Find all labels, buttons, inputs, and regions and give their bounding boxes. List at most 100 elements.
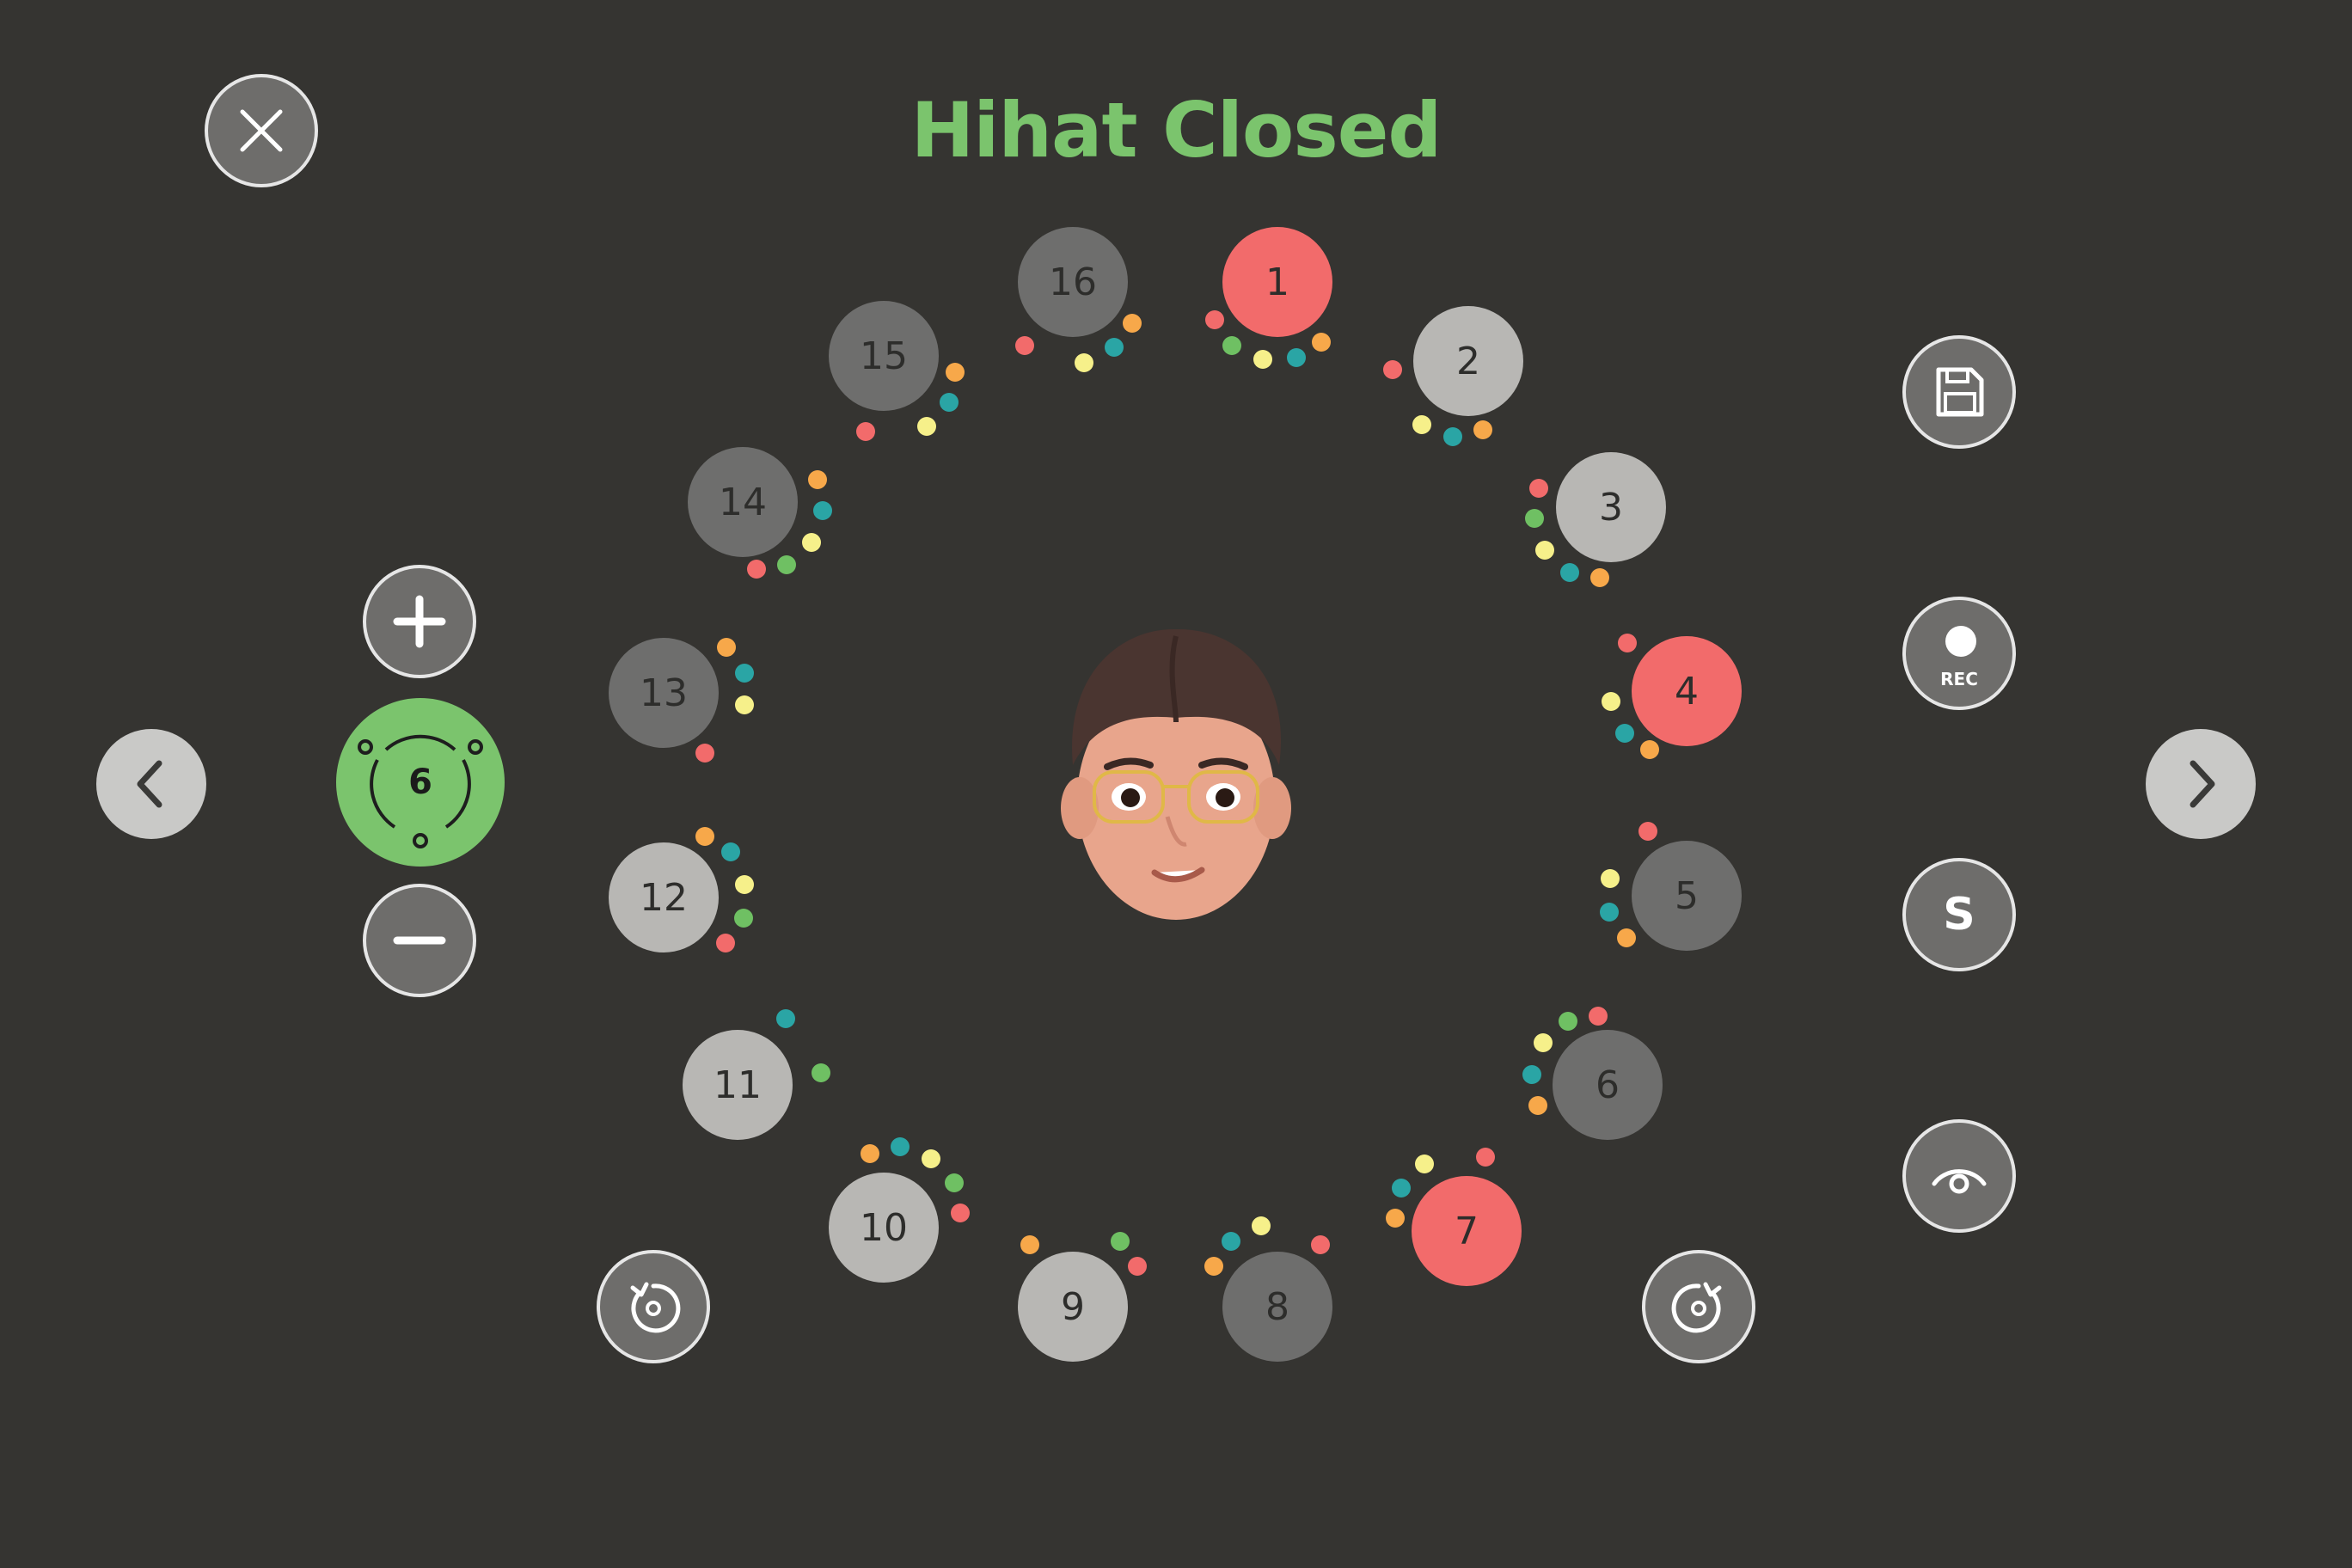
step-5-accent-dot — [1600, 903, 1619, 922]
step-6-button[interactable]: 6 — [1553, 1030, 1663, 1140]
view-button[interactable] — [1902, 1119, 2016, 1233]
step-8-accent-dot — [1252, 1216, 1271, 1235]
knob-value: 6 — [408, 763, 432, 802]
step-12-accent-dot — [721, 842, 740, 861]
record-dot-icon — [1945, 626, 1976, 657]
step-9-accent-dot — [1128, 1257, 1147, 1276]
rotate-left-button[interactable] — [597, 1250, 710, 1363]
step-2-accent-dot — [1473, 420, 1492, 439]
previous-button[interactable] — [96, 729, 206, 839]
step-7-accent-dot — [1476, 1148, 1495, 1167]
step-9-accent-dot — [1020, 1235, 1039, 1254]
step-10-accent-dot — [891, 1137, 910, 1156]
step-8-button[interactable]: 8 — [1222, 1252, 1332, 1362]
step-12-accent-dot — [716, 934, 735, 952]
step-6-accent-dot — [1589, 1007, 1608, 1026]
plus-icon — [393, 595, 446, 648]
step-2-accent-dot — [1412, 415, 1431, 434]
step-1-accent-dot — [1222, 336, 1241, 355]
step-7-accent-dot — [1392, 1179, 1411, 1197]
step-14-accent-dot — [747, 560, 766, 579]
step-14-button[interactable]: 14 — [688, 447, 798, 557]
step-3-accent-dot — [1535, 541, 1554, 560]
chevron-left-icon — [137, 760, 162, 808]
step-11-accent-dot — [812, 1063, 830, 1082]
step-12-accent-dot — [695, 827, 714, 846]
step-5-accent-dot — [1638, 822, 1657, 841]
step-7-button[interactable]: 7 — [1412, 1176, 1522, 1286]
step-5-accent-dot — [1601, 869, 1620, 888]
step-16-accent-dot — [1123, 314, 1142, 333]
decrease-button[interactable] — [363, 884, 476, 997]
instrument-title: Hihat Closed — [910, 86, 1442, 175]
step-15-button[interactable]: 15 — [829, 301, 939, 411]
step-1-button[interactable]: 1 — [1222, 227, 1332, 337]
step-14-accent-dot — [813, 501, 832, 520]
step-4-button[interactable]: 4 — [1632, 636, 1742, 746]
step-3-accent-dot — [1525, 509, 1544, 528]
step-13-button[interactable]: 13 — [609, 638, 719, 748]
step-6-accent-dot — [1559, 1012, 1577, 1031]
step-4-accent-dot — [1640, 740, 1659, 759]
step-16-accent-dot — [1105, 338, 1124, 357]
step-11-accent-dot — [776, 1009, 795, 1028]
step-10-accent-dot — [951, 1204, 970, 1222]
step-16-accent-dot — [1075, 353, 1093, 372]
step-2-accent-dot — [1383, 360, 1402, 379]
step-14-accent-dot — [808, 470, 827, 489]
save-button[interactable] — [1902, 335, 2016, 449]
step-13-accent-dot — [735, 664, 754, 683]
record-button[interactable]: REC — [1902, 597, 2016, 710]
close-button[interactable] — [205, 74, 318, 187]
step-15-accent-dot — [917, 417, 936, 436]
value-knob[interactable]: 6 — [336, 698, 505, 867]
step-15-accent-dot — [856, 422, 875, 441]
step-5-accent-dot — [1617, 928, 1636, 947]
step-16-button[interactable]: 16 — [1018, 227, 1128, 337]
step-13-accent-dot — [695, 744, 714, 763]
step-1-accent-dot — [1287, 348, 1306, 367]
rotate-counterclockwise-icon — [630, 1282, 681, 1333]
step-7-accent-dot — [1386, 1209, 1405, 1228]
step-10-accent-dot — [945, 1173, 964, 1192]
step-7-accent-dot — [1415, 1155, 1434, 1173]
step-6-accent-dot — [1534, 1033, 1553, 1052]
solo-button[interactable]: S — [1902, 858, 2016, 971]
step-3-accent-dot — [1560, 563, 1579, 582]
step-14-accent-dot — [777, 555, 796, 574]
minus-icon — [393, 936, 446, 945]
next-button[interactable] — [2146, 729, 2256, 839]
step-2-button[interactable]: 2 — [1413, 306, 1523, 416]
step-15-accent-dot — [940, 393, 959, 412]
close-icon — [240, 109, 283, 152]
step-8-accent-dot — [1311, 1235, 1330, 1254]
step-1-accent-dot — [1205, 310, 1224, 329]
step-16-accent-dot — [1015, 336, 1034, 355]
step-14-accent-dot — [802, 533, 821, 552]
step-12-button[interactable]: 12 — [609, 842, 719, 952]
record-label: REC — [1940, 669, 1978, 689]
step-3-button[interactable]: 3 — [1556, 452, 1666, 562]
step-10-button[interactable]: 10 — [829, 1173, 939, 1283]
eye-icon — [1932, 1169, 1987, 1194]
step-6-accent-dot — [1522, 1065, 1541, 1084]
step-15-accent-dot — [946, 363, 965, 382]
step-10-accent-dot — [861, 1144, 879, 1163]
step-13-accent-dot — [735, 695, 754, 714]
step-13-accent-dot — [717, 638, 736, 657]
solo-label: S — [1943, 889, 1975, 940]
increase-button[interactable] — [363, 565, 476, 678]
step-5-button[interactable]: 5 — [1632, 841, 1742, 951]
step-4-accent-dot — [1615, 724, 1634, 743]
step-6-accent-dot — [1528, 1096, 1547, 1115]
step-12-accent-dot — [735, 875, 754, 894]
memoji-avatar — [1047, 619, 1305, 946]
step-3-accent-dot — [1590, 568, 1609, 587]
step-4-accent-dot — [1618, 634, 1637, 652]
step-4-accent-dot — [1602, 692, 1620, 711]
step-8-accent-dot — [1222, 1232, 1240, 1251]
step-11-button[interactable]: 11 — [683, 1030, 793, 1140]
rotate-right-button[interactable] — [1642, 1250, 1755, 1363]
step-10-accent-dot — [922, 1149, 940, 1168]
step-9-button[interactable]: 9 — [1018, 1252, 1128, 1362]
